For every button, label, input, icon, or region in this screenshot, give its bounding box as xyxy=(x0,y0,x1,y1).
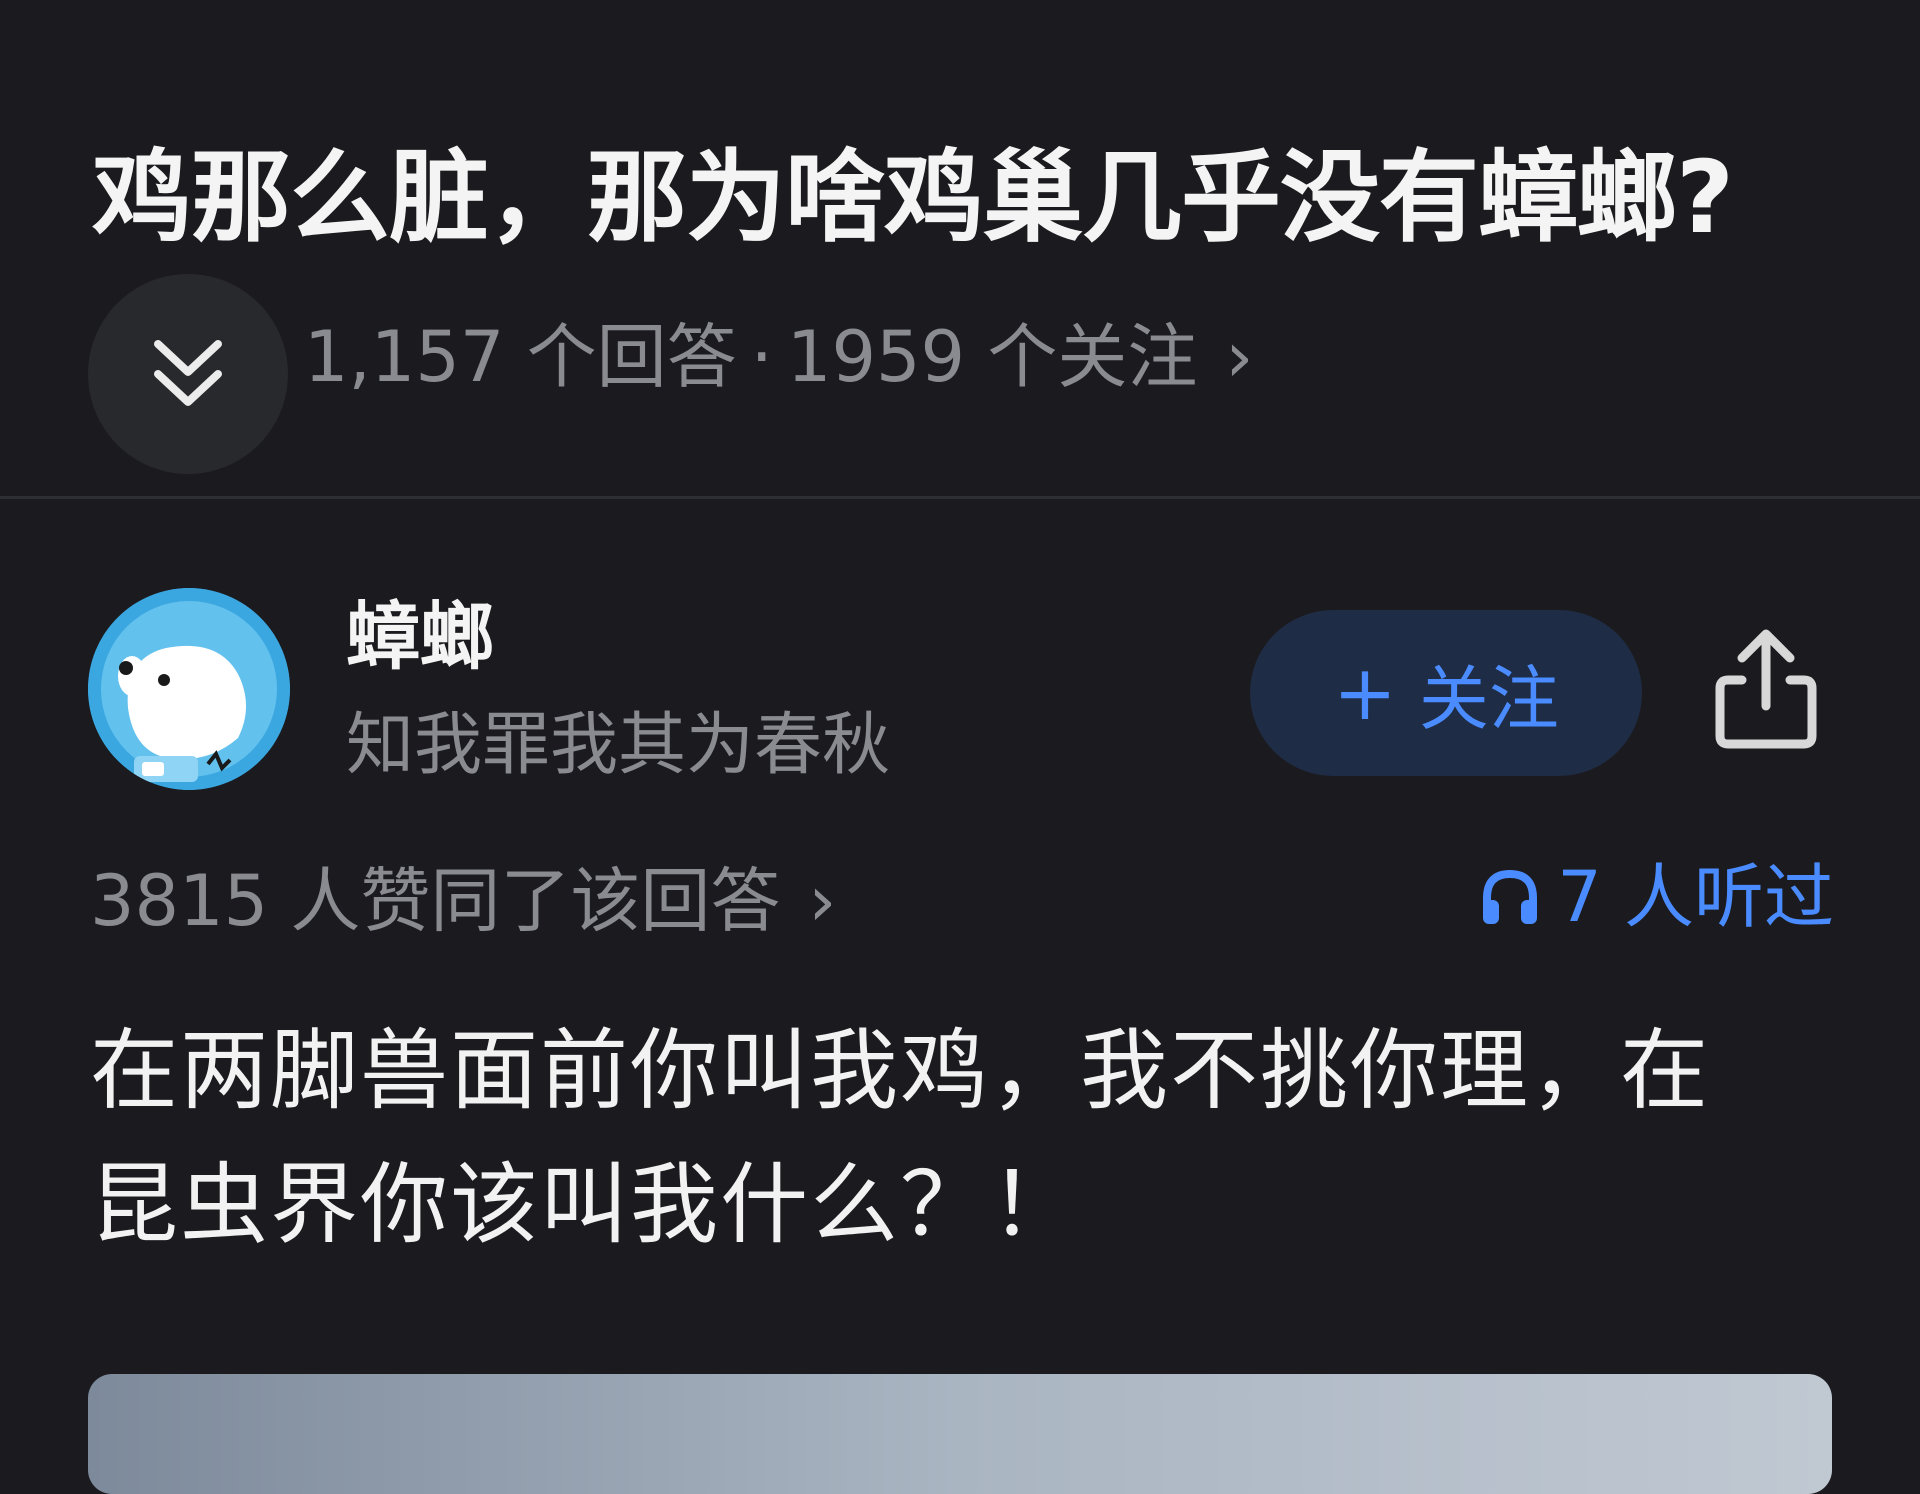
answer-line: 昆虫界你该叫我什么？！ xyxy=(90,1153,1081,1256)
meta-separator: · xyxy=(750,316,773,398)
chevron-right-icon: › xyxy=(808,860,837,942)
plus-icon: + xyxy=(1333,648,1397,737)
author-name[interactable]: 蟑螂 xyxy=(346,600,494,674)
question-title[interactable]: 鸡那么脏，那为啥鸡巢几乎没有蟑螂? xyxy=(92,148,1734,248)
avatar[interactable] xyxy=(88,588,290,790)
expand-question-button[interactable] xyxy=(88,274,288,474)
chevron-right-icon: › xyxy=(1225,316,1254,398)
follow-count: 1959 个关注 xyxy=(786,316,1198,398)
answer-image[interactable] xyxy=(88,1374,1832,1494)
question-meta[interactable]: 1,157 个回答 · 1959 个关注 › xyxy=(304,322,1253,392)
agree-count[interactable]: 3815 人赞同了该回答 › xyxy=(90,866,836,936)
answer-body[interactable]: 在两脚兽面前你叫我鸡，我不挑你理，在 昆虫界你该叫我什么？！ xyxy=(90,1004,1850,1272)
answer-line: 在两脚兽面前你叫我鸡，我不挑你理，在 xyxy=(90,1019,1711,1122)
share-icon xyxy=(1715,629,1817,749)
headphones-icon xyxy=(1483,869,1538,924)
share-button[interactable] xyxy=(1706,624,1826,754)
double-chevron-down-icon xyxy=(154,340,222,406)
follow-button[interactable]: + 关注 xyxy=(1250,610,1642,776)
cartoon-dog-avatar-icon xyxy=(88,588,290,790)
listen-text: 7 人听过 xyxy=(1557,856,1834,938)
follow-label: 关注 xyxy=(1418,657,1559,740)
divider xyxy=(0,496,1920,499)
listen-count[interactable]: 7 人听过 xyxy=(1477,862,1834,932)
answer-count: 1,157 个回答 xyxy=(304,316,737,398)
agree-text: 3815 人赞同了该回答 xyxy=(90,860,781,942)
answer-page: 鸡那么脏，那为啥鸡巢几乎没有蟑螂? 1,157 个回答 · 1959 个关注 › 蟑螂… xyxy=(0,0,1920,1494)
author-bio: 知我罪我其为春秋 xyxy=(346,706,891,785)
